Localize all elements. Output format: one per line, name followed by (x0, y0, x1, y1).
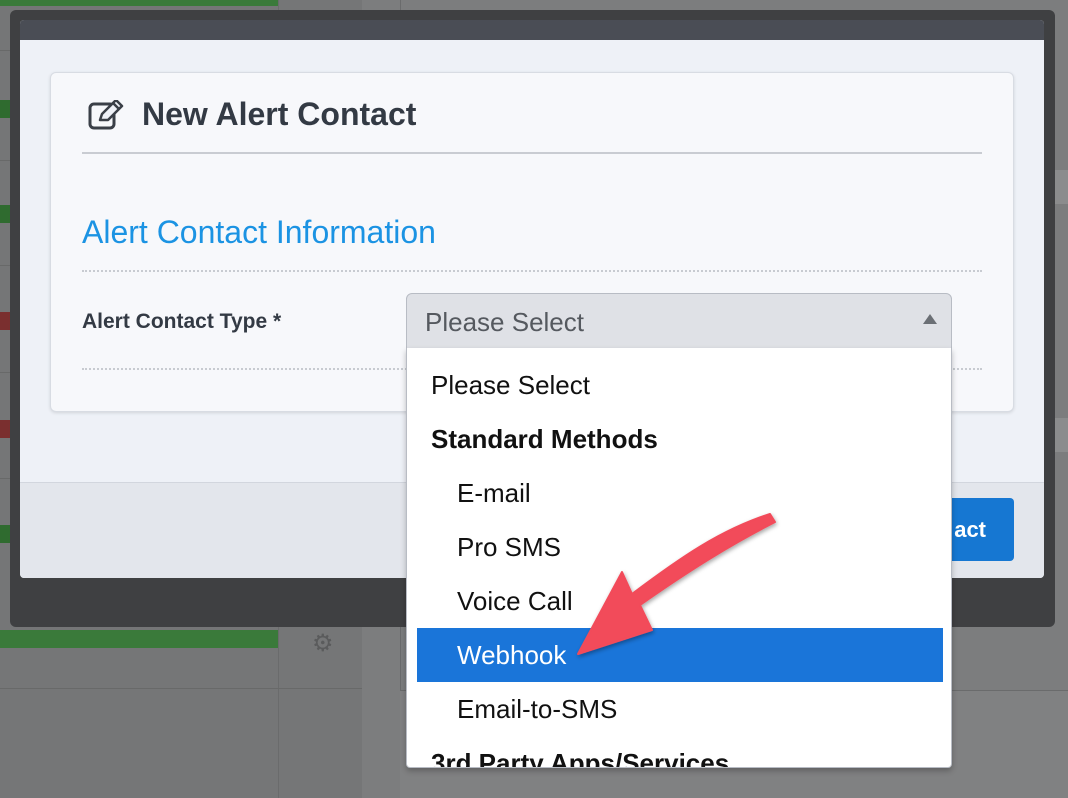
section-title: Alert Contact Information (82, 214, 436, 250)
alert-contact-type-select[interactable]: Please Select (406, 293, 952, 349)
option-please-select[interactable]: Please Select (417, 358, 943, 412)
alert-contact-type-label: Alert Contact Type * (82, 310, 282, 333)
option-pro-sms[interactable]: Pro SMS (417, 520, 943, 574)
field-divider (82, 368, 407, 370)
option-email[interactable]: E-mail (417, 466, 943, 520)
option-voice-call[interactable]: Voice Call (417, 574, 943, 628)
field-divider (950, 368, 982, 370)
background-status-bar (0, 0, 278, 6)
optgroup-standard-methods: Standard Methods (431, 424, 658, 454)
section-divider (82, 270, 982, 272)
modal-title: New Alert Contact (142, 96, 417, 132)
optgroup-third-party: 3rd Party Apps/Services (431, 748, 730, 768)
gear-icon: ⚙ (312, 630, 334, 657)
select-current-value: Please Select (425, 307, 584, 337)
caret-up-icon (923, 314, 937, 324)
background-row-divider (0, 688, 362, 689)
alert-contact-type-dropdown: Please Select Standard Methods E-mail Pr… (406, 348, 952, 768)
background-status-bar (0, 630, 278, 648)
option-webhook[interactable]: Webhook (417, 628, 943, 682)
option-email-to-sms[interactable]: Email-to-SMS (417, 682, 943, 736)
modal-header-bar (20, 20, 1044, 40)
title-divider (82, 152, 982, 154)
edit-icon (88, 100, 124, 130)
